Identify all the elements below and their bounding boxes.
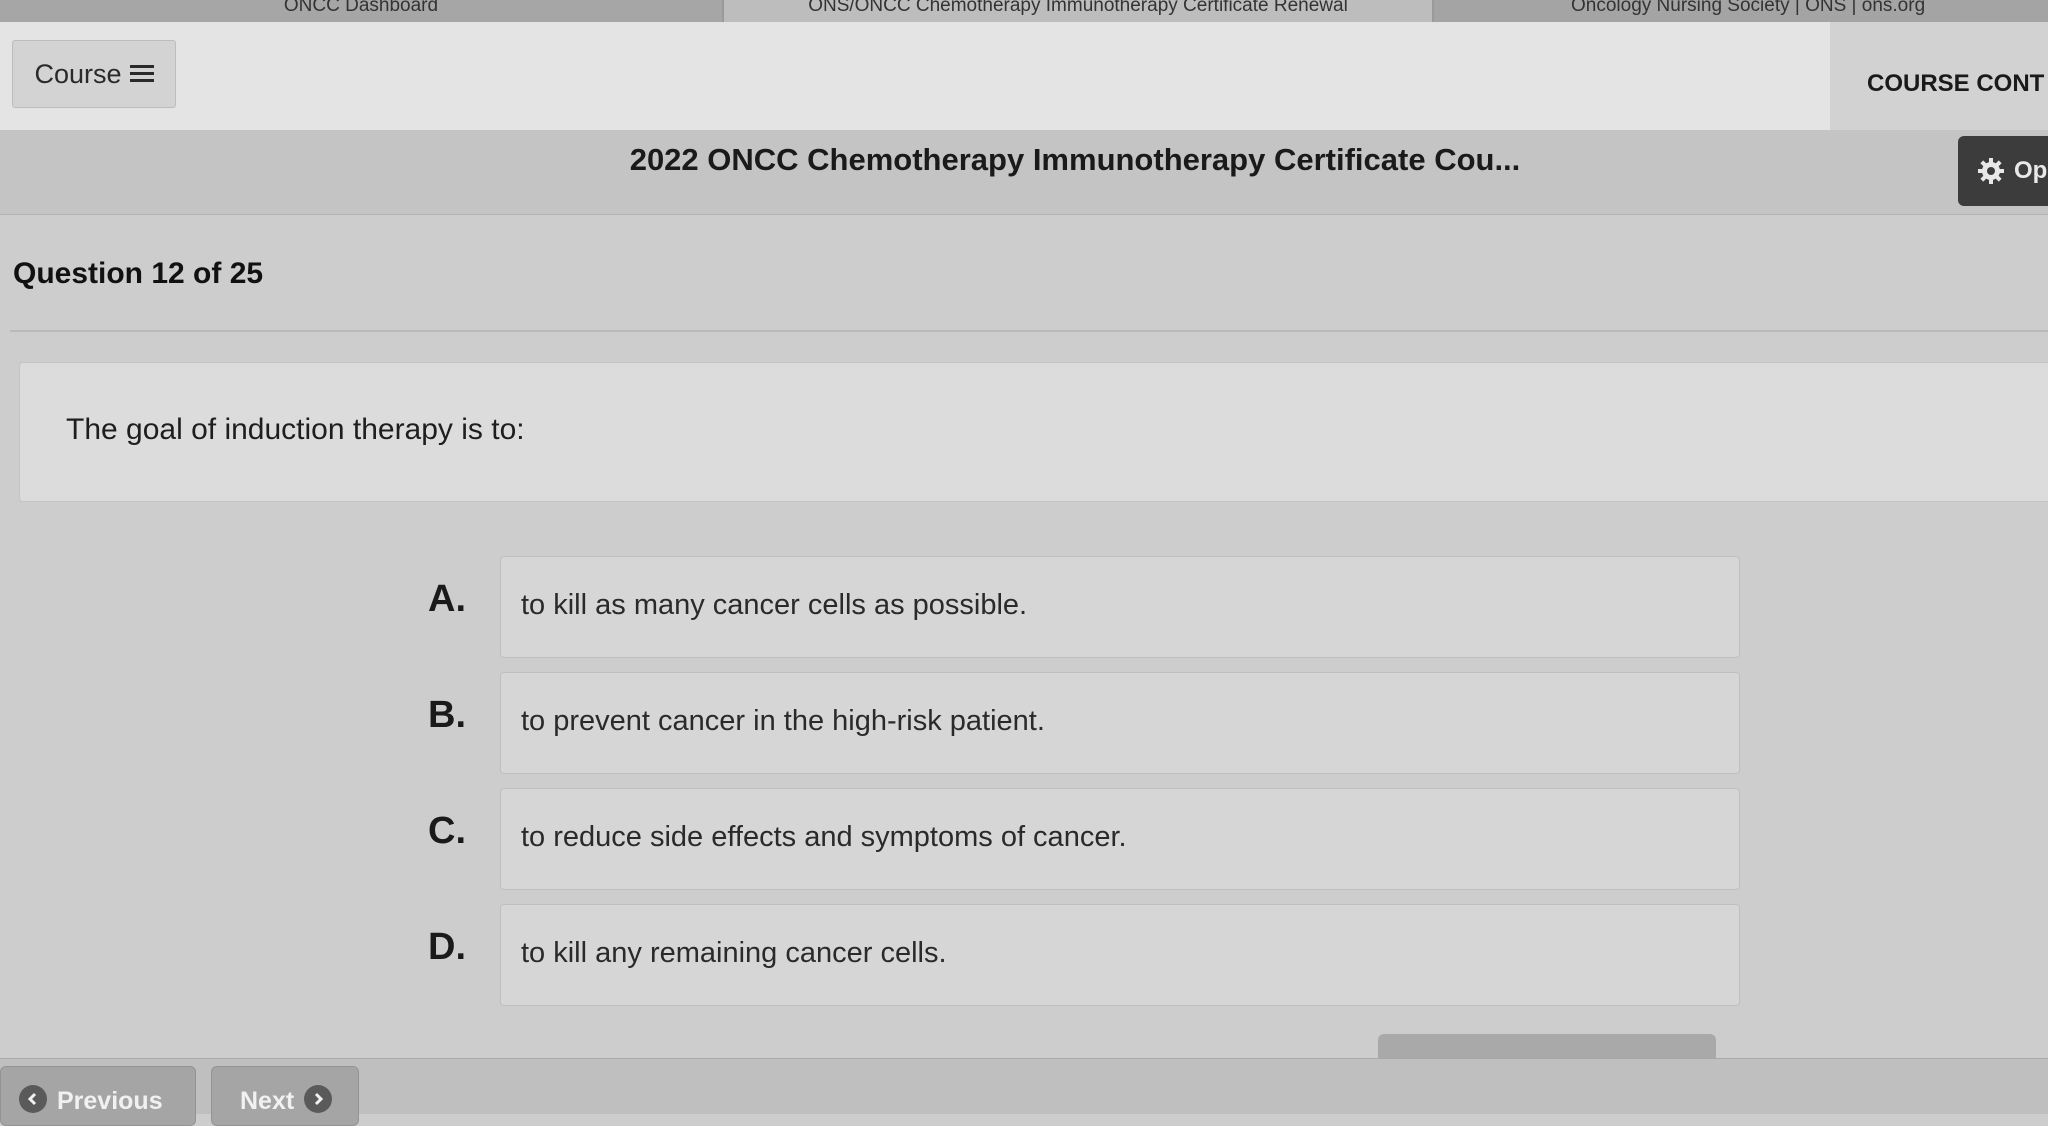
gear-icon bbox=[1978, 158, 2004, 184]
answer-option-b[interactable]: to prevent cancer in the high-risk patie… bbox=[500, 672, 1740, 774]
answer-letter-a: A. bbox=[428, 578, 466, 620]
hamburger-icon bbox=[129, 65, 154, 83]
answer-option-c[interactable]: to reduce side effects and symptoms of c… bbox=[500, 788, 1740, 890]
answer-letter-c: C. bbox=[428, 810, 466, 852]
course-button-label: Course bbox=[34, 58, 122, 89]
options-label: Op bbox=[2014, 157, 2048, 184]
answer-text: to prevent cancer in the high-risk patie… bbox=[521, 705, 1045, 737]
answer-option-d[interactable]: to kill any remaining cancer cells. bbox=[500, 904, 1740, 1006]
course-contents-link[interactable]: COURSE CONT bbox=[1867, 70, 2044, 98]
answer-letter-d: D. bbox=[428, 926, 466, 968]
question-prompt-panel: The goal of induction therapy is to: bbox=[19, 362, 2048, 502]
course-menu-button[interactable]: Course bbox=[12, 40, 176, 108]
browser-tab-label: Oncology Nursing Society | ONS | ons.org bbox=[1571, 0, 1926, 16]
previous-button[interactable]: Previous bbox=[0, 1066, 196, 1126]
answer-letter-b: B. bbox=[428, 694, 466, 736]
divider bbox=[10, 330, 2048, 332]
answer-option-a[interactable]: to kill as many cancer cells as possible… bbox=[500, 556, 1740, 658]
chevron-left-icon bbox=[19, 1085, 47, 1113]
submit-button[interactable] bbox=[1378, 1034, 1716, 1060]
answer-text: to kill any remaining cancer cells. bbox=[521, 937, 947, 969]
course-header-bar: Course bbox=[0, 22, 1830, 130]
next-button[interactable]: Next bbox=[211, 1066, 359, 1126]
browser-tab-course[interactable]: ONS/ONCC Chemotherapy Immunotherapy Cert… bbox=[724, 0, 1432, 22]
browser-tab-strip: ONCC Dashboard ONS/ONCC Chemotherapy Imm… bbox=[0, 0, 2048, 22]
answer-text: to reduce side effects and symptoms of c… bbox=[521, 821, 1127, 853]
next-label: Next bbox=[240, 1087, 295, 1115]
browser-tab-dashboard[interactable]: ONCC Dashboard bbox=[0, 0, 722, 22]
previous-label: Previous bbox=[57, 1087, 163, 1115]
browser-tab-label: ONS/ONCC Chemotherapy Immunotherapy Cert… bbox=[808, 0, 1348, 16]
browser-tab-label: ONCC Dashboard bbox=[283, 0, 439, 16]
chevron-right-icon bbox=[304, 1085, 333, 1113]
browser-tab-ons[interactable]: Oncology Nursing Society | ONS | ons.org bbox=[1434, 0, 2048, 22]
options-button[interactable]: Op bbox=[1958, 136, 2048, 206]
course-title: 2022 ONCC Chemotherapy Immunotherapy Cer… bbox=[629, 142, 1521, 177]
question-prompt: The goal of induction therapy is to: bbox=[66, 413, 525, 446]
course-title-bar: 2022 ONCC Chemotherapy Immunotherapy Cer… bbox=[0, 130, 2048, 215]
question-counter: Question 12 of 25 bbox=[13, 257, 264, 290]
answer-text: to kill as many cancer cells as possible… bbox=[521, 589, 1028, 621]
